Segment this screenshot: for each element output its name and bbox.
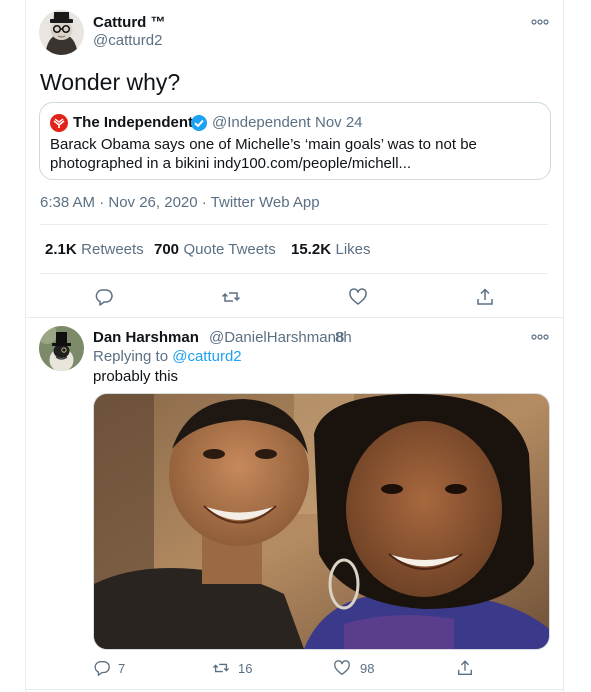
quoted-date: Nov 24 [315, 114, 363, 131]
retweet-icon [212, 659, 230, 677]
quoted-separator: · [306, 114, 311, 131]
reply-text: probably this [93, 368, 179, 385]
quoted-handle: @Independent [212, 114, 311, 131]
reply-author-handle[interactable]: @DanielHarshman8 [209, 329, 344, 346]
verified-icon [190, 114, 208, 132]
quoted-text-line-1: Barack Obama says one of Michelle’s ‘mai… [50, 136, 477, 153]
tweet-text: Wonder why? [40, 69, 181, 95]
reply-author-name[interactable]: Dan Harshman [93, 329, 199, 346]
quote-tweets-label: Quote Tweets [183, 241, 276, 258]
retweets-label: Retweets [81, 241, 144, 258]
reply-photo[interactable] [93, 393, 550, 650]
quote-tweets-stat[interactable]: 700 Quote Tweets [154, 241, 276, 259]
catturd-avatar[interactable] [39, 10, 84, 55]
reply-icon[interactable] [94, 287, 114, 307]
tweet-timestamp[interactable]: 6:38 AM · Nov 26, 2020 · Twitter Web App [40, 194, 320, 211]
share-icon[interactable] [456, 659, 474, 677]
likes-stat[interactable]: 15.2K Likes [291, 241, 371, 259]
reply-icon [93, 659, 111, 677]
retweets-count: 2.1K [45, 241, 77, 258]
share-icon[interactable] [475, 287, 495, 307]
reply-separator: · [327, 329, 332, 346]
quoted-tweet[interactable]: The Independent @Independent · Nov 24 Ba… [39, 102, 551, 180]
divider [26, 317, 563, 318]
like-count: 98 [360, 661, 375, 676]
reply-age[interactable]: 8h [335, 329, 352, 346]
retweets-stat[interactable]: 2.1K Retweets [45, 241, 144, 259]
reply-action[interactable]: 7 [93, 659, 133, 677]
divider [40, 273, 548, 274]
dan-harshman-avatar[interactable] [39, 326, 84, 371]
replying-to-link[interactable]: @catturd2 [172, 348, 241, 365]
retweet-count: 16 [238, 661, 253, 676]
divider [40, 224, 548, 225]
timeline-column: Catturd ™ @catturd2 Wonder why? The Inde… [25, 0, 564, 692]
divider [26, 689, 563, 690]
author-handle[interactable]: @catturd2 [93, 32, 162, 49]
more-icon[interactable] [531, 329, 549, 340]
replying-to: Replying to @catturd2 [93, 348, 242, 365]
likes-label: Likes [335, 241, 371, 258]
like-action[interactable]: 98 [333, 659, 383, 677]
replying-prefix: Replying to [93, 348, 169, 365]
reply-count: 7 [118, 661, 126, 676]
like-icon[interactable] [348, 287, 368, 307]
independent-logo-icon [50, 114, 68, 132]
retweet-action[interactable]: 16 [212, 659, 262, 677]
quoted-text-line-2: photographed in a bikini indy100.com/peo… [50, 155, 412, 172]
quote-tweets-count: 700 [154, 241, 180, 258]
author-name[interactable]: Catturd ™ [93, 14, 166, 31]
likes-count: 15.2K [291, 241, 332, 258]
retweet-icon[interactable] [221, 287, 241, 307]
more-icon[interactable] [531, 14, 549, 25]
like-icon [333, 659, 351, 677]
quoted-author-name: The Independent [73, 114, 193, 131]
